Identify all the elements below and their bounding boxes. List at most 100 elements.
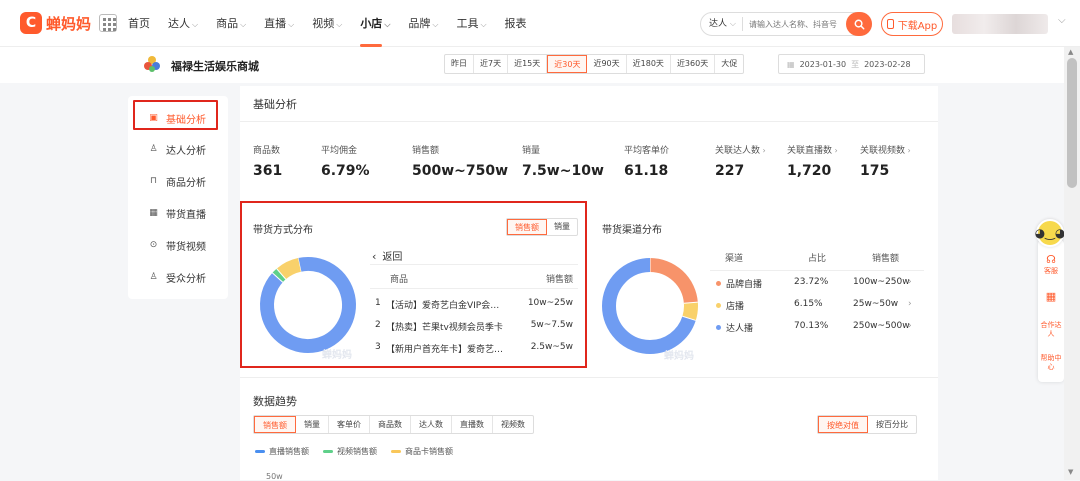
chevron-down-icon: ⌵ [480,20,487,29]
calendar-icon: ▦ [787,59,795,69]
metric-value: 361 [253,163,283,179]
donut-slice-商品卡[interactable] [259,256,356,353]
trend-tab[interactable]: 客单价 [329,416,370,433]
range-tab[interactable]: 大促 [715,55,743,73]
user-avatar[interactable] [952,14,1048,34]
metric-label: 销量 [522,143,604,156]
legend-label: 直播销售额 [269,447,309,456]
search-type-select[interactable]: 达人 ⌵ [701,17,743,31]
metric-label-text: 销量 [522,146,541,156]
channel-row[interactable]: 品牌自播 23.72% 100w~250w › [710,273,924,295]
trend-tab[interactable]: 商品数 [370,416,411,433]
metric-value: 7.5w~10w [522,163,604,179]
table-row[interactable]: 1 【活动】爱奇艺白金VIP会员年卡 10w~25w [370,293,578,315]
trend-tab[interactable]: 达人数 [411,416,452,433]
range-tab[interactable]: 近90天 [587,55,627,73]
sidebar-item-label: 带货视频 [166,241,206,253]
donut-slice-直播[interactable] [259,256,356,353]
search-input[interactable] [749,19,839,29]
sales-mode-donut[interactable] [258,255,358,355]
chevron-right-icon[interactable]: › [908,299,912,309]
metric[interactable]: 关联达人数 › 227 [715,143,766,179]
range-tab[interactable]: 近30天 [547,55,588,73]
customer-service-item[interactable]: ☊ 客服 [1038,254,1064,276]
trend-mode-option[interactable]: 按绝对值 [818,416,868,433]
date-start: 2023-01-30 [799,59,847,69]
back-button[interactable]: ‹ 返回 [372,248,402,263]
metric[interactable]: 关联视频数 › 175 [860,143,911,179]
metric-label-text: 商品数 [253,146,281,156]
range-tab[interactable]: 昨日 [445,55,474,73]
range-tab[interactable]: 近15天 [508,55,548,73]
sidebar-item[interactable]: ⊓ 商品分析 [148,173,206,189]
qr-code-item[interactable]: ▦ [1038,291,1064,304]
sidebar-item-label: 商品分析 [166,177,206,189]
legend-item[interactable]: 直播销售额 [255,446,309,457]
chevron-right-icon: › [905,146,911,155]
shop-logo-icon [144,56,160,72]
metric-label: 关联达人数 › [715,143,766,156]
apps-grid-icon[interactable] [99,14,117,32]
chevron-down-icon: ⌵ [432,20,439,29]
download-app-button[interactable]: 下载App [881,12,943,36]
range-tab[interactable]: 近360天 [671,55,716,73]
nav-item[interactable]: 品牌 ⌵ [408,0,438,47]
table-row[interactable]: 3 【新用户首充年卡】爱奇艺会员 2.5w~5w [370,337,578,359]
trend-tab[interactable]: 直播数 [452,416,493,433]
donut-slice-视频[interactable] [259,256,356,353]
shop-name: 福禄生活娱乐商城 [171,60,259,73]
trend-tab[interactable]: 销量 [296,416,329,433]
logo[interactable]: C 蝉妈妈 [20,12,91,34]
metric-value: 1,720 [787,163,832,179]
watermark: 蝉妈妈 [322,350,352,361]
nav-item[interactable]: 报表 [505,0,527,47]
scroll-down-icon[interactable]: ▼ [1068,468,1073,476]
sidebar-item[interactable]: ▦ 带货直播 [148,205,206,221]
channel-row[interactable]: 店播 6.15% 25w~50w › [710,295,924,317]
date-picker[interactable]: ▦ 2023-01-30 至 2023-02-28 [778,54,925,74]
trend-tab[interactable]: 销售额 [254,416,296,433]
metric-label: 关联直播数 › [787,143,838,156]
scrollbar-thumb[interactable] [1067,58,1077,188]
shop-header: 福禄生活娱乐商城 昨日 近7天 近15天 近30天 近90天 近180天 近360天 大促 ▦… [0,47,1064,83]
nav-item[interactable]: 视频 ⌵ [312,0,342,47]
metric-label-text: 关联直播数 [787,146,833,156]
channel-share: 70.13% [794,321,829,331]
channel-row[interactable]: 达人播 70.13% 250w~500w › [710,317,924,339]
channel-name: 品牌自播 [726,280,763,290]
row-rank: 3 [375,342,381,352]
metric: 销售额 500w~750w [412,143,508,179]
trend-tab[interactable]: 视频数 [493,416,533,433]
sidebar-item[interactable]: ♙ 受众分析 [148,269,206,285]
sidebar-item[interactable]: ⊙ 带货视频 [148,237,206,253]
nav-item[interactable]: 工具 ⌵ [456,0,486,47]
nav-item[interactable]: 达人 ⌵ [168,0,198,47]
partner-talent-item[interactable]: 合作达人 [1038,321,1064,339]
chevron-right-icon[interactable]: › [908,321,912,331]
channel-donut[interactable] [600,256,700,356]
legend-item[interactable]: 视频销售额 [323,446,377,457]
range-tab[interactable]: 近180天 [627,55,671,73]
help-center-item[interactable]: 帮助中心 [1038,354,1064,372]
chevron-right-icon[interactable]: › [908,277,912,287]
legend-label: 视频销售额 [337,447,377,456]
nav-item[interactable]: 小店 ⌵ [360,0,390,47]
nav-item-label: 视频 [312,17,335,30]
scroll-up-icon[interactable]: ▲ [1068,48,1073,56]
chevron-down-icon[interactable]: ⌵ [1058,15,1066,26]
sidebar-item[interactable]: ♙ 达人分析 [148,141,206,157]
range-tab[interactable]: 近7天 [474,55,509,73]
chevron-right-icon: › [760,146,766,155]
trend-mode-option[interactable]: 按百分比 [868,416,916,433]
table-row[interactable]: 2 【热卖】芒果tv视频会员季卡 5w~7.5w [370,315,578,337]
logo-icon: C [20,12,42,34]
toggle-option[interactable]: 销售额 [507,219,547,235]
search-button[interactable] [846,12,872,36]
nav-item[interactable]: 商品 ⌵ [216,0,246,47]
legend-item[interactable]: 商品卡销售额 [391,446,453,457]
mascot-icon[interactable]: ◕‿◕ [1035,219,1065,247]
metric[interactable]: 关联直播数 › 1,720 [787,143,838,179]
nav-item[interactable]: 首页 [128,0,150,47]
nav-item[interactable]: 直播 ⌵ [264,0,294,47]
toggle-option[interactable]: 销量 [547,219,577,235]
